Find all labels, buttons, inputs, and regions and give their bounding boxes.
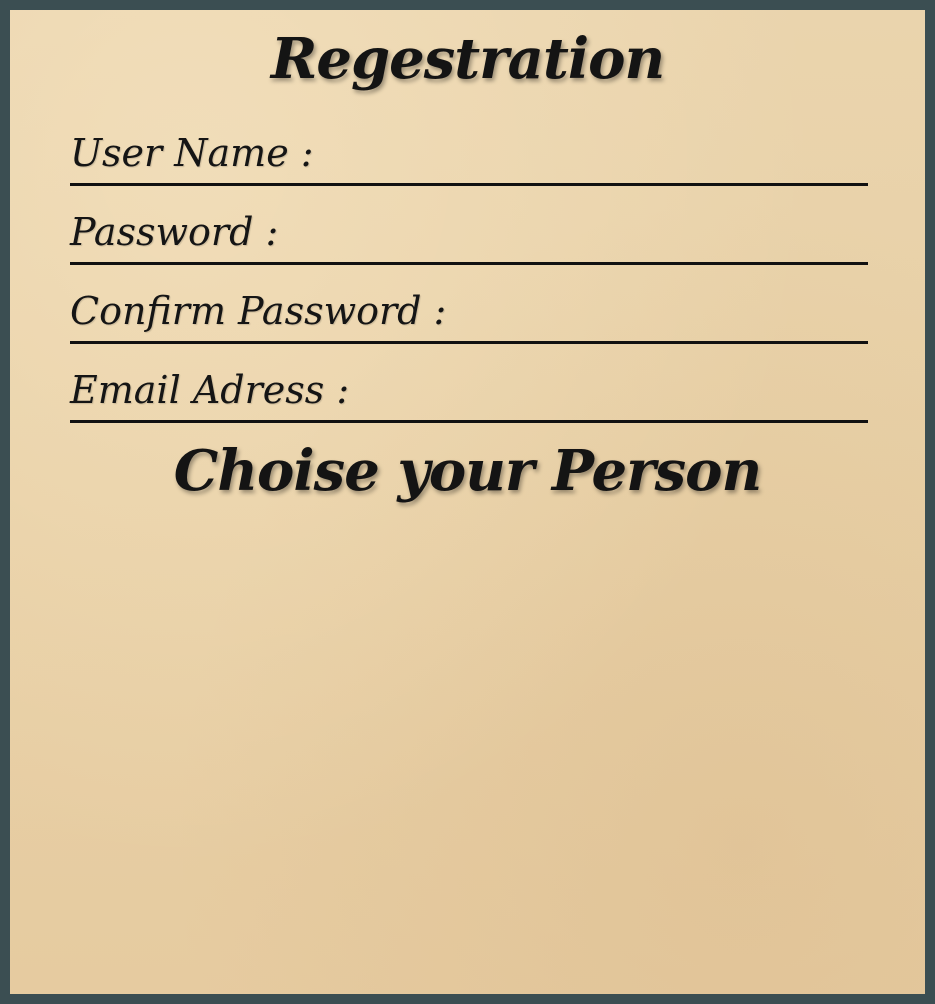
registration-panel: Regestration User Name : Password : Conf… xyxy=(10,10,925,994)
person-selection-area[interactable] xyxy=(30,530,905,970)
email-field[interactable]: Email Adress : xyxy=(70,357,868,423)
confirm-password-label: Confirm Password : xyxy=(70,289,447,333)
password-input[interactable] xyxy=(286,212,868,258)
password-label: Password : xyxy=(70,210,279,254)
choose-person-heading: Choise your Person xyxy=(173,438,763,504)
form-title: Regestration xyxy=(270,26,665,92)
password-field[interactable]: Password : xyxy=(70,199,868,265)
email-label: Email Adress : xyxy=(70,368,350,412)
confirm-password-input[interactable] xyxy=(454,291,868,337)
email-input[interactable] xyxy=(357,370,868,416)
username-field[interactable]: User Name : xyxy=(70,120,868,186)
confirm-password-field[interactable]: Confirm Password : xyxy=(70,278,868,344)
username-label: User Name : xyxy=(70,131,314,175)
username-input[interactable] xyxy=(321,133,868,179)
